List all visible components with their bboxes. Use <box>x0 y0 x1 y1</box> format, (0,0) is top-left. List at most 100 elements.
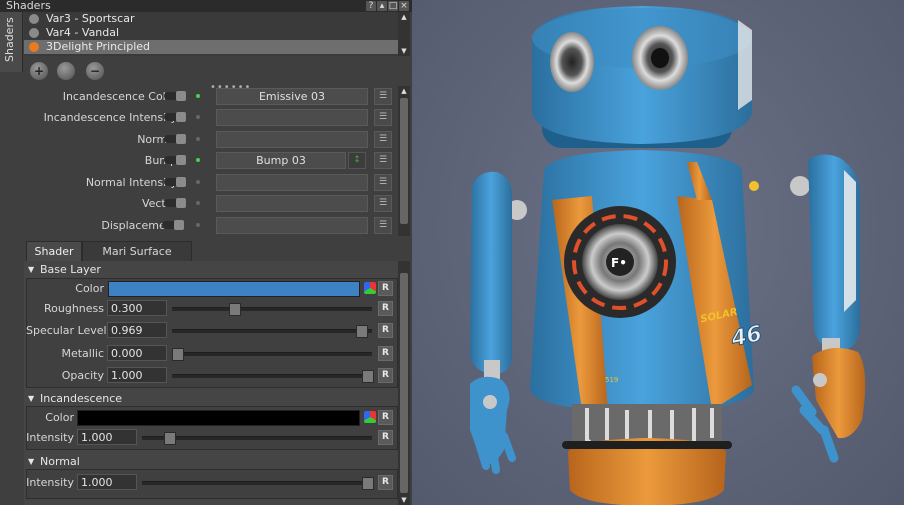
scroll-down-icon[interactable]: ▼ <box>398 46 410 56</box>
channel-layer-field[interactable]: Bump 03 <box>216 152 346 169</box>
channel-settings-icon[interactable]: ☰ <box>374 217 392 234</box>
section-title: Incandescence <box>40 392 123 405</box>
shader-ball-button[interactable] <box>57 62 75 80</box>
robot-left-arm <box>470 171 516 474</box>
channel-toggle[interactable] <box>164 134 186 144</box>
properties-tabs: Shader Mari Surface <box>24 241 398 263</box>
scroll-up-icon[interactable]: ▲ <box>398 12 410 22</box>
reset-button[interactable]: R <box>378 430 393 445</box>
color-picker-icon[interactable] <box>364 282 376 294</box>
robot-body: F• 46 SOLAR 519 <box>507 150 810 412</box>
channel-toggle[interactable] <box>164 91 186 101</box>
collapse-triangle-icon: ▼ <box>28 457 35 466</box>
roughness-slider[interactable] <box>172 303 372 316</box>
channel-layer-field[interactable] <box>216 195 368 212</box>
base-layer-header[interactable]: ▼ Base Layer <box>24 263 398 277</box>
reset-button[interactable]: R <box>378 475 393 490</box>
shader-name: Var4 - Vandal <box>46 26 120 39</box>
help-icon[interactable]: ? <box>366 1 376 11</box>
channel-settings-icon[interactable]: ☰ <box>374 88 392 105</box>
scroll-up-icon[interactable]: ▲ <box>398 86 410 96</box>
channel-layer-field[interactable] <box>216 131 368 148</box>
normal-intensity-value[interactable]: 1.000 <box>77 474 137 490</box>
slider-handle[interactable] <box>229 303 241 316</box>
channel-layer-field[interactable] <box>216 174 368 191</box>
reset-button[interactable]: R <box>378 323 393 338</box>
channel-layer-field[interactable] <box>216 109 368 126</box>
incandescence-header[interactable]: ▼ Incandescence <box>24 392 398 406</box>
slider-handle[interactable] <box>356 325 369 338</box>
shader-list-item[interactable]: Var3 - Sportscar <box>24 12 398 26</box>
metallic-slider[interactable] <box>172 348 372 361</box>
channel-settings-icon[interactable]: ☰ <box>374 174 392 191</box>
opacity-slider[interactable] <box>172 370 374 383</box>
channel-active-indicator <box>196 158 200 162</box>
opacity-value[interactable]: 1.000 <box>107 367 167 383</box>
channel-layer-field[interactable]: Emissive 03 <box>216 88 368 105</box>
slider-handle[interactable] <box>362 370 374 383</box>
incandescence-intensity-value[interactable]: 1.000 <box>77 429 137 445</box>
normal-header[interactable]: ▼ Normal <box>24 455 398 469</box>
shader-status-icon <box>29 42 39 52</box>
tab-shader[interactable]: Shader <box>26 241 82 263</box>
specular-level-value[interactable]: 0.969 <box>107 322 167 338</box>
robot-right-arm <box>791 154 866 463</box>
color-picker-icon[interactable] <box>364 411 376 423</box>
reset-button[interactable]: R <box>378 281 393 296</box>
robot-head <box>532 6 752 148</box>
roughness-value[interactable]: 0.300 <box>107 300 167 316</box>
metallic-value[interactable]: 0.000 <box>107 345 167 361</box>
slider-handle[interactable] <box>164 432 176 445</box>
roughness-label: Roughness <box>43 302 104 315</box>
channel-row: Normal Intensity ☰ <box>24 172 398 192</box>
channel-layer-field[interactable] <box>216 217 368 234</box>
normal-intensity-slider[interactable] <box>142 477 374 490</box>
shaders-panel: Shaders ? ▴ □ × Shaders Var3 - Sportscar… <box>0 0 412 505</box>
scroll-thumb[interactable] <box>400 273 408 493</box>
channels-scrollbar[interactable]: ▲ <box>398 86 410 236</box>
shader-list-item[interactable]: Var4 - Vandal <box>24 26 398 40</box>
scroll-down-icon[interactable]: ▼ <box>398 495 410 505</box>
maximize-icon[interactable]: □ <box>388 1 398 11</box>
3d-viewport[interactable]: F• 46 SOLAR 519 <box>412 0 904 505</box>
channel-toggle[interactable] <box>162 220 184 230</box>
channel-toggle[interactable] <box>164 155 186 165</box>
slider-handle[interactable] <box>172 348 184 361</box>
tab-mari-surface[interactable]: Mari Surface <box>82 241 192 263</box>
reset-button[interactable]: R <box>378 346 393 361</box>
channel-label: Incandescence Color <box>62 90 177 103</box>
specular-level-slider[interactable] <box>172 325 372 338</box>
channel-settings-icon[interactable]: ☰ <box>374 131 392 148</box>
specular-level-label: Specular Level <box>26 324 107 337</box>
channel-row: Incandescence Color Emissive 03 ☰ <box>24 86 398 106</box>
channel-toggle[interactable] <box>164 177 186 187</box>
side-tab-shaders[interactable]: Shaders <box>0 12 23 72</box>
channel-settings-icon[interactable]: ☰ <box>374 109 392 126</box>
incandescence-color-swatch[interactable] <box>77 410 360 426</box>
reset-button[interactable]: R <box>378 368 393 383</box>
reset-button[interactable]: R <box>378 301 393 316</box>
shader-list-scrollbar[interactable]: ▲ ▼ <box>398 12 410 56</box>
scroll-thumb[interactable] <box>400 98 408 224</box>
edit-bump-icon[interactable]: ↕ <box>348 152 366 169</box>
channel-settings-icon[interactable]: ☰ <box>374 152 392 169</box>
reset-button[interactable]: R <box>378 410 393 425</box>
remove-shader-button[interactable]: − <box>86 62 104 80</box>
robot-model: F• 46 SOLAR 519 <box>470 6 866 505</box>
properties-scrollbar[interactable]: ▼ <box>398 261 410 505</box>
channel-label: Incandescence Intensity <box>43 111 177 124</box>
channel-settings-icon[interactable]: ☰ <box>374 195 392 212</box>
shader-status-icon <box>29 28 39 38</box>
add-shader-button[interactable]: + <box>30 62 48 80</box>
channel-toggle[interactable] <box>164 112 186 122</box>
channel-toggle[interactable] <box>164 198 186 208</box>
close-icon[interactable]: × <box>399 1 409 11</box>
channel-active-indicator <box>196 137 200 141</box>
shader-list-item-selected[interactable]: 3Delight Principled <box>24 40 398 54</box>
incandescence-intensity-slider[interactable] <box>142 432 372 445</box>
slider-handle[interactable] <box>362 477 374 490</box>
channel-row: Displacement ☰ <box>24 215 398 235</box>
float-icon[interactable]: ▴ <box>377 1 387 11</box>
shader-status-icon <box>29 14 39 24</box>
base-color-swatch[interactable] <box>108 281 360 297</box>
